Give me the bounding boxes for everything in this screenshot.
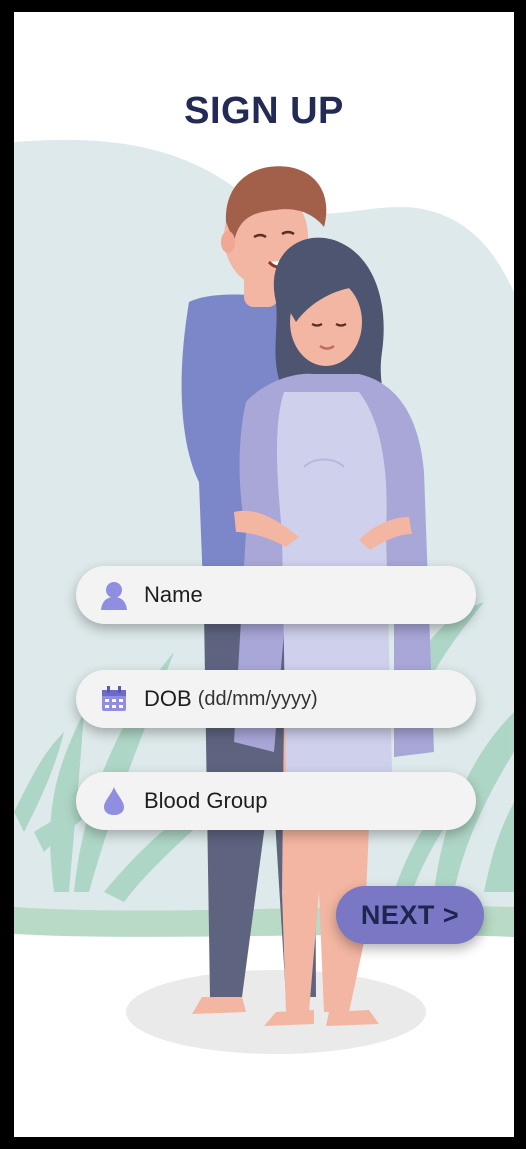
signup-screen: SIGN UP Name DOB (dd/mm/yyyy) Blood Grou… — [14, 12, 514, 1137]
dob-format-hint: (dd/mm/yyyy) — [197, 687, 318, 710]
calendar-icon — [98, 683, 130, 715]
blood-drop-icon — [98, 785, 130, 817]
dob-field[interactable]: DOB (dd/mm/yyyy) — [76, 670, 476, 728]
name-label: Name — [144, 582, 203, 607]
next-button[interactable]: NEXT > — [336, 886, 484, 944]
name-field[interactable]: Name — [76, 566, 476, 624]
dob-label: DOB — [144, 686, 192, 711]
page-title: SIGN UP — [184, 90, 344, 132]
blood-group-label: Blood Group — [144, 788, 268, 813]
person-icon — [98, 579, 130, 611]
blood-group-field[interactable]: Blood Group — [76, 772, 476, 830]
